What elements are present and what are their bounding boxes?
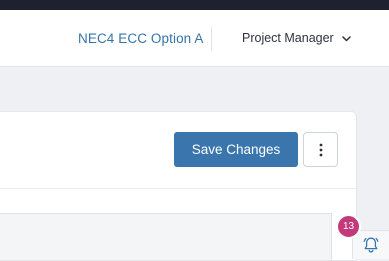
page-header: NEC4 ECC Option A Project Manager — [0, 10, 389, 67]
save-changes-button[interactable]: Save Changes — [174, 132, 298, 167]
role-dropdown[interactable]: Project Manager — [242, 31, 351, 46]
panel-subsection — [0, 213, 332, 260]
more-options-button[interactable] — [303, 132, 338, 167]
kebab-vertical-icon — [304, 143, 337, 157]
chevron-down-icon — [342, 31, 351, 45]
panel-divider — [0, 188, 356, 189]
role-dropdown-label: Project Manager — [242, 31, 334, 45]
notification-count-badge: 13 — [336, 214, 361, 239]
edit-panel: Save Changes — [0, 111, 357, 261]
header-divider — [211, 27, 212, 51]
top-app-bar — [0, 0, 389, 10]
contract-type-label: NEC4 ECC Option A — [78, 31, 204, 46]
